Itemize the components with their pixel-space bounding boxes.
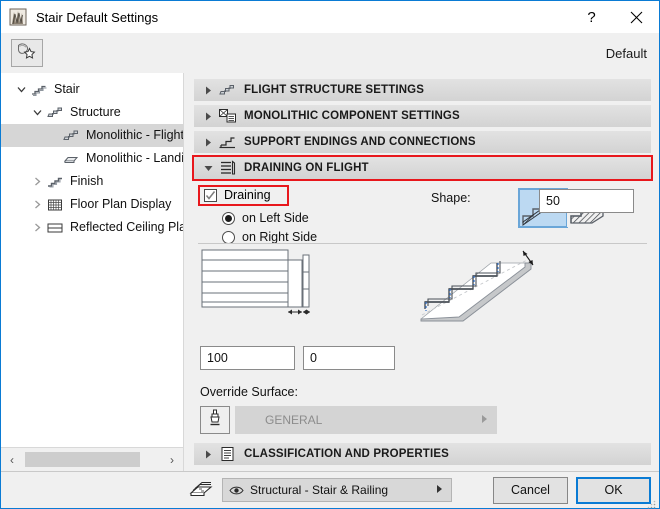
- sidebar-horizontal-scrollbar[interactable]: ‹ ›: [1, 447, 183, 471]
- sidebar-item-label: Structure: [70, 105, 121, 120]
- monolithic-landing-icon: [61, 151, 81, 167]
- favorites-button[interactable]: [11, 39, 43, 67]
- panel-header-label: MONOLITHIC COMPONENT SETTINGS: [244, 110, 460, 122]
- layers-icon[interactable]: [186, 478, 216, 502]
- draining-on-flight-content: Draining on Left Side on Right Side Shap…: [194, 181, 651, 443]
- help-button[interactable]: ?: [569, 2, 614, 33]
- monolithic-component-icon: [216, 107, 238, 125]
- sidebar-item-label: Monolithic - Landin: [86, 151, 183, 166]
- draining-checkbox-row[interactable]: Draining: [198, 185, 289, 206]
- scrollbar-thumb[interactable]: [25, 452, 140, 467]
- scroll-right-arrow-icon[interactable]: ›: [161, 449, 183, 471]
- settings-tree-sidebar: Stair Structure Monolithic - Flight Mono…: [1, 73, 184, 471]
- layer-select-value: Structural - Stair & Railing: [250, 483, 389, 497]
- title-bar: Stair Default Settings ?: [1, 1, 659, 33]
- finish-icon: [45, 174, 65, 190]
- sidebar-item-label: Floor Plan Display: [70, 197, 172, 212]
- radio-button-left[interactable]: [222, 212, 235, 225]
- chevron-right-icon[interactable]: [29, 200, 45, 209]
- sidebar-item-label: Stair: [54, 82, 80, 97]
- default-label: Default: [605, 45, 647, 61]
- floor-plan-display-icon: [45, 197, 65, 213]
- stair-default-settings-dialog: Stair Default Settings ? Default Stair S…: [0, 0, 660, 509]
- panel-header-label: CLASSIFICATION AND PROPERTIES: [244, 448, 449, 460]
- draining-checkbox-label: Draining: [224, 188, 271, 203]
- section-divider: [198, 243, 647, 244]
- sidebar-item-monolithic-flight[interactable]: Monolithic - Flight: [1, 124, 183, 147]
- window-title: Stair Default Settings: [36, 9, 159, 25]
- scrollbar-track[interactable]: [23, 452, 161, 467]
- override-surface-label: Override Surface:: [200, 385, 298, 399]
- chevron-right-icon[interactable]: [29, 223, 45, 232]
- favorites-star-icon: [16, 41, 38, 66]
- surface-select[interactable]: GENERAL: [235, 406, 497, 434]
- sidebar-item-monolithic-landing[interactable]: Monolithic - Landin: [1, 147, 183, 170]
- chevron-right-icon[interactable]: [481, 415, 488, 426]
- dialog-footer: Structural - Stair & Railing Cancel OK: [1, 471, 659, 509]
- classification-icon: [216, 445, 238, 463]
- panel-header-label: DRAINING ON FLIGHT: [244, 162, 369, 174]
- chevron-down-icon[interactable]: [13, 85, 29, 94]
- chevron-right-icon[interactable]: [200, 112, 216, 121]
- draining-depth-input[interactable]: 50: [539, 189, 634, 213]
- draining-offset-input[interactable]: 0: [303, 346, 395, 370]
- stair-icon: [29, 82, 49, 98]
- checkmark-icon: [205, 191, 216, 200]
- support-endings-icon: [216, 133, 238, 151]
- sidebar-item-floor-plan-display[interactable]: Floor Plan Display: [1, 193, 183, 216]
- monolithic-flight-icon: [61, 128, 81, 144]
- reflected-ceiling-plan-icon: [45, 220, 65, 236]
- diagram-row: [194, 247, 651, 327]
- chevron-right-icon[interactable]: [200, 86, 216, 95]
- panel-header-support-endings-and-connections[interactable]: SUPPORT ENDINGS AND CONNECTIONS: [194, 131, 651, 153]
- cancel-button[interactable]: Cancel: [493, 476, 568, 504]
- chevron-down-icon[interactable]: [29, 108, 45, 117]
- resize-grip[interactable]: [646, 496, 656, 509]
- panel-header-label: FLIGHT STRUCTURE SETTINGS: [244, 84, 425, 96]
- isometric-stair-diagram: [419, 247, 554, 330]
- radio-label: on Left Side: [242, 211, 309, 226]
- panel-header-label: SUPPORT ENDINGS AND CONNECTIONS: [244, 136, 476, 148]
- override-surface-row: GENERAL: [200, 406, 497, 434]
- chevron-right-icon[interactable]: [29, 177, 45, 186]
- panel-header-draining-on-flight[interactable]: DRAINING ON FLIGHT: [192, 155, 653, 181]
- panel-header-monolithic-component-settings[interactable]: MONOLITHIC COMPONENT SETTINGS: [194, 105, 651, 127]
- chevron-right-icon[interactable]: [200, 138, 216, 147]
- bottom-panel-wrap: CLASSIFICATION AND PROPERTIES: [194, 443, 651, 471]
- plan-view-diagram: [200, 247, 315, 327]
- draining-icon: [216, 159, 238, 177]
- paint-brush-icon: [207, 409, 223, 432]
- toolbar-strip: Default: [1, 33, 659, 73]
- radio-label: on Right Side: [242, 230, 318, 245]
- sidebar-item-reflected-ceiling-plan[interactable]: Reflected Ceiling Plan: [1, 216, 183, 239]
- sidebar-item-stair[interactable]: Stair: [1, 78, 183, 101]
- ok-button[interactable]: OK: [576, 476, 651, 504]
- close-button[interactable]: [614, 2, 659, 33]
- flight-structure-icon: [216, 81, 238, 99]
- chevron-down-icon[interactable]: [200, 165, 216, 172]
- sidebar-item-finish[interactable]: Finish: [1, 170, 183, 193]
- surface-select-value: GENERAL: [265, 413, 323, 427]
- settings-main-pane: FLIGHT STRUCTURE SETTINGS MONOLITHIC COM…: [184, 73, 659, 471]
- stair-app-icon: [9, 8, 27, 26]
- structure-icon: [45, 105, 65, 121]
- scroll-left-arrow-icon[interactable]: ‹: [1, 449, 23, 471]
- panel-header-flight-structure-settings[interactable]: FLIGHT STRUCTURE SETTINGS: [194, 79, 651, 101]
- panel-header-classification-and-properties[interactable]: CLASSIFICATION AND PROPERTIES: [194, 443, 651, 465]
- surface-swatch-button[interactable]: [200, 406, 230, 434]
- dialog-body: Stair Structure Monolithic - Flight Mono…: [1, 73, 659, 471]
- chevron-right-icon[interactable]: [200, 450, 216, 459]
- sidebar-item-label: Monolithic - Flight: [86, 128, 183, 143]
- sidebar-item-structure[interactable]: Structure: [1, 101, 183, 124]
- draining-checkbox[interactable]: [204, 189, 217, 202]
- shape-label: Shape:: [431, 191, 471, 205]
- chevron-right-icon[interactable]: [436, 485, 443, 496]
- layer-select[interactable]: Structural - Stair & Railing: [222, 478, 452, 502]
- draining-width-input[interactable]: 100: [200, 346, 295, 370]
- eye-icon: [229, 485, 244, 496]
- sidebar-item-label: Finish: [70, 174, 104, 189]
- settings-tree: Stair Structure Monolithic - Flight Mono…: [1, 73, 183, 447]
- sidebar-item-label: Reflected Ceiling Plan: [70, 220, 183, 235]
